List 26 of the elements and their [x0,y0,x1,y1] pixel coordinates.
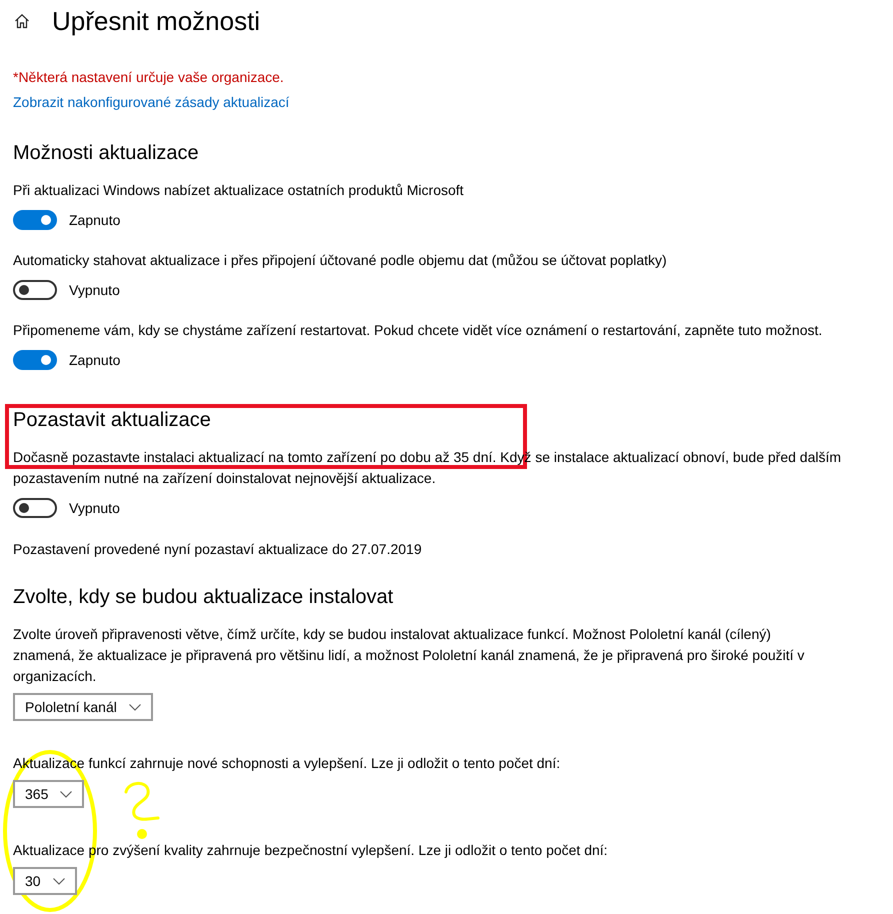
chevron-icon [60,790,72,798]
toggle-state: Zapnuto [69,352,120,368]
page-title: Upřesnit možnosti [52,6,260,36]
dropdown[interactable]: Pololetní kanál [13,693,153,721]
section-heading: Možnosti aktualizace [13,141,200,166]
chevron-icon [128,704,141,710]
toggle-state: Zapnuto [69,212,120,228]
section-heading: Zvolte, kdy se budou aktualizace instalovat [13,585,394,610]
setting-label: Při aktualizaci Windows nabízet aktualizace ostatních produktů Microsoft [13,181,465,200]
setting-label: Zvolte úroveň připravenosti větve, čímž určíte, kdy se budou instalovat aktualizace funkcí. Možnost Pololetní kanál (cílený) znamená, že aktualizace je připravená pro většinu lidí, a možnost Pololetní kanál znamená, že je připravená pro široké použití v organizacích. [13,625,806,686]
policy-notice: *Některá nastavení určuje vaše organizace. [13,68,285,87]
setting-label: Automaticky stahovat aktualizace i přes připojení účtované podle objemu dat (můžou se účtovat poplatky) [13,251,668,270]
toggle-switch[interactable] [13,498,57,518]
policy-link[interactable]: Zobrazit nakonfigurované zásady aktualizací [13,90,290,115]
toggle-state: Vypnuto [69,500,120,516]
toggle-switch[interactable] [13,350,57,370]
toggle-switch[interactable] [13,210,57,230]
chevron-icon [52,878,65,884]
section-heading: Pozastavit aktualizace [13,408,212,433]
toggle-state: Vypnuto [69,282,120,298]
dropdown[interactable]: 30 [13,867,77,895]
pause-date-text: Pozastavení provedené nyní pozastaví aktualizace do 27.07.2019 [13,540,423,559]
toggle-switch[interactable] [13,280,57,300]
dropdown[interactable]: 365 [13,780,84,808]
home-icon[interactable] [14,13,30,29]
setting-label: Připomeneme vám, kdy se chystáme zařízení restartovat. Pokud chcete vidět více oznámení o restartování, zapněte tuto možnost. [13,321,824,340]
